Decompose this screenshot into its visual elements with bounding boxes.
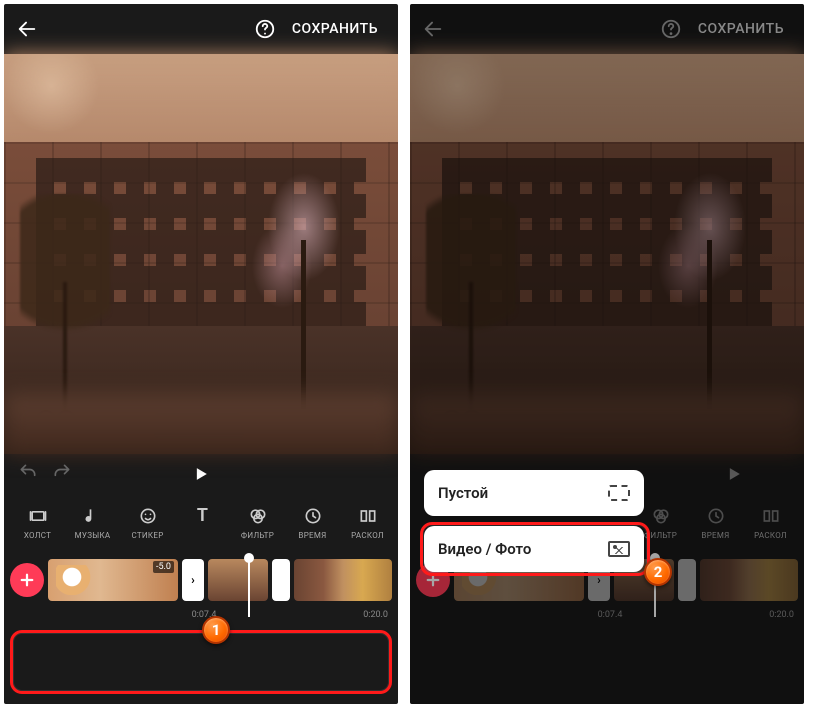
play-icon[interactable] xyxy=(191,464,211,484)
music-icon xyxy=(82,505,104,527)
popup-option-label: Пустой xyxy=(438,484,488,502)
dim-overlay[interactable] xyxy=(410,4,804,704)
annotation-highlight-1 xyxy=(10,630,392,694)
annotation-callout-1: 1 xyxy=(202,616,230,644)
phone-right: СОХРАНИТЬ ФИЛЬТР ВРЕМЯ РАСКОЛ xyxy=(410,4,804,704)
save-button[interactable]: СОХРАНИТЬ xyxy=(284,15,386,43)
sticker-icon xyxy=(137,505,159,527)
clips-track[interactable]: -5.0 › xyxy=(48,559,392,601)
tool-label: МУЗЫКА xyxy=(75,531,111,540)
clock-icon xyxy=(302,505,324,527)
toolbar: ХОЛСТ МУЗЫКА СТИКЕР T T ФИЛЬТР ВРЕМЯ РАС… xyxy=(4,494,398,550)
tool-label: ХОЛСТ xyxy=(24,531,51,540)
add-media-popup: Пустой Видео / Фото xyxy=(424,470,644,572)
playhead[interactable] xyxy=(248,557,250,617)
popup-option-media[interactable]: Видео / Фото xyxy=(424,526,644,572)
tool-music[interactable]: МУЗЫКА xyxy=(65,505,120,540)
undo-icon[interactable] xyxy=(18,462,38,486)
empty-box-icon xyxy=(608,485,630,501)
help-icon[interactable] xyxy=(660,18,682,40)
tool-label: ВРЕМЯ xyxy=(298,531,326,540)
popup-option-label: Видео / Фото xyxy=(438,540,531,558)
transition-button-2[interactable] xyxy=(272,559,290,601)
tool-canvas[interactable]: ХОЛСТ xyxy=(10,505,65,540)
help-icon[interactable] xyxy=(254,18,276,40)
image-icon xyxy=(608,541,630,557)
clip-1[interactable]: -5.0 xyxy=(48,559,178,601)
end-time: 0:20.0 xyxy=(363,610,388,620)
text-icon: T xyxy=(192,505,214,527)
split-icon xyxy=(357,505,379,527)
save-button[interactable]: СОХРАНИТЬ xyxy=(690,15,792,43)
clip-duration-badge: -5.0 xyxy=(153,561,174,573)
tool-text[interactable]: T T xyxy=(175,505,230,540)
add-clip-button[interactable] xyxy=(10,563,44,597)
header: СОХРАНИТЬ xyxy=(4,4,398,54)
clip-2[interactable] xyxy=(208,559,268,601)
redo-icon[interactable] xyxy=(52,462,72,486)
tool-sticker[interactable]: СТИКЕР xyxy=(120,505,175,540)
tool-label: ФИЛЬТР xyxy=(241,531,274,540)
video-preview[interactable] xyxy=(4,54,398,454)
filter-icon xyxy=(247,505,269,527)
clip-3[interactable] xyxy=(294,559,392,601)
canvas-icon xyxy=(27,505,49,527)
tool-label: СТИКЕР xyxy=(131,531,163,540)
playback-controls xyxy=(4,454,398,494)
transition-button[interactable]: › xyxy=(182,559,204,601)
tool-split[interactable]: РАСКОЛ xyxy=(340,505,395,540)
tool-time[interactable]: ВРЕМЯ xyxy=(285,505,340,540)
back-icon[interactable] xyxy=(16,18,38,40)
annotation-callout-2: 2 xyxy=(644,558,672,586)
back-icon[interactable] xyxy=(422,18,444,40)
header: СОХРАНИТЬ xyxy=(410,4,804,54)
popup-option-empty[interactable]: Пустой xyxy=(424,470,644,516)
tool-label: РАСКОЛ xyxy=(351,531,384,540)
tool-filter[interactable]: ФИЛЬТР xyxy=(230,505,285,540)
phone-left: СОХРАНИТЬ ХОЛСТ МУЗЫКА СТИКЕР xyxy=(4,4,398,704)
timeline[interactable]: -5.0 › 0:07.4 0:20.0 xyxy=(4,550,398,618)
